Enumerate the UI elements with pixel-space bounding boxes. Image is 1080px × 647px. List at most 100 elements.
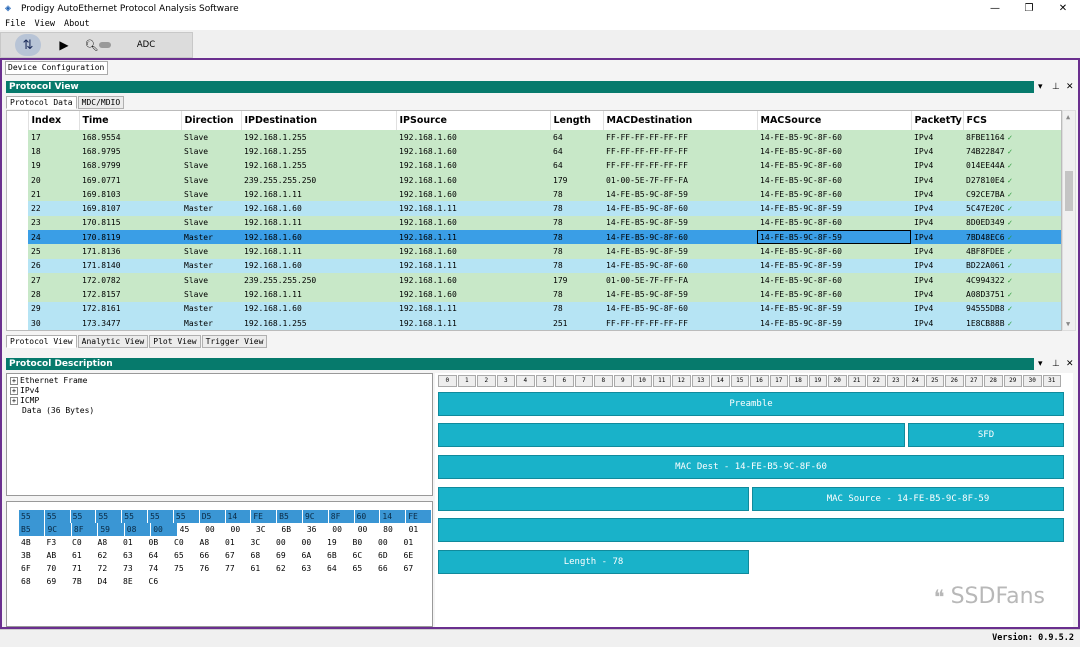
col-direction[interactable]: Direction [181, 111, 242, 130]
cell-time[interactable]: 169.0771 [79, 172, 181, 188]
row-header[interactable] [7, 244, 28, 259]
table-row[interactable]: 26 171.8140 Master 192.168.1.60 192.168.1.11… [7, 258, 1061, 273]
cell-len[interactable]: 78 [550, 287, 603, 302]
cell-ipsrc[interactable]: 192.168.1.11 [396, 230, 550, 245]
col-macdestination[interactable]: MACDestination [603, 111, 758, 130]
field-blank-3[interactable] [438, 518, 1064, 542]
hex-byte[interactable]: 6E [402, 549, 428, 562]
cell-dir[interactable]: Slave [181, 158, 241, 173]
hex-byte[interactable]: 7B [70, 575, 96, 588]
hex-byte[interactable]: FE [251, 510, 277, 523]
cell-len[interactable]: 78 [550, 187, 603, 202]
hex-byte[interactable]: 55 [44, 510, 70, 523]
cell-type[interactable]: IPv4 [911, 244, 963, 259]
cell-macsrc[interactable]: 14-FE-B5-9C-8F-59 [757, 315, 911, 330]
table-scrollbar[interactable]: ▲ ▼ [1062, 110, 1076, 331]
row-header[interactable] [7, 258, 28, 273]
row-header[interactable] [7, 230, 28, 245]
hex-byte[interactable]: 00 [356, 523, 381, 536]
cell-ipsrc[interactable]: 192.168.1.60 [396, 244, 550, 259]
adc-button[interactable]: ADC [131, 34, 161, 56]
hex-byte[interactable]: 8F [71, 523, 98, 536]
cell-fcs[interactable]: A08D3751 ✓ [963, 287, 1061, 302]
hex-byte[interactable]: 69 [274, 549, 300, 562]
hex-byte[interactable]: 00 [151, 523, 177, 536]
menu-file[interactable]: File [5, 19, 25, 29]
cell-fcs[interactable]: 5C47E20C ✓ [963, 201, 1061, 216]
hex-byte[interactable]: D4 [96, 575, 122, 588]
cell-index[interactable]: 19 [28, 158, 79, 173]
hex-byte[interactable]: AB [45, 549, 71, 562]
cell-macdst[interactable]: FF-FF-FF-FF-FF-FF [603, 130, 757, 145]
hex-byte[interactable]: 00 [376, 536, 402, 549]
cell-ipsrc[interactable]: 192.168.1.60 [396, 287, 550, 302]
hex-byte[interactable]: 75 [172, 562, 198, 575]
table-row[interactable]: 25 171.8136 Slave 192.168.1.11 192.168.1.60 7… [7, 244, 1061, 259]
cell-len[interactable]: 64 [550, 130, 603, 145]
hex-byte[interactable]: B5 [277, 510, 302, 523]
cell-type[interactable]: IPv4 [911, 130, 963, 145]
cell-time[interactable]: 173.3477 [79, 315, 181, 330]
hex-byte[interactable]: 19 [325, 536, 351, 549]
cell-time[interactable]: 171.8140 [79, 258, 181, 273]
hex-byte[interactable]: 71 [70, 562, 96, 575]
hex-byte[interactable]: 01 [223, 536, 249, 549]
hex-byte[interactable]: 3B [19, 549, 45, 562]
cell-type[interactable]: IPv4 [911, 172, 963, 188]
cell-fcs[interactable]: 8D0ED349 ✓ [963, 215, 1061, 231]
hex-byte[interactable]: FE [406, 510, 431, 523]
hex-byte[interactable]: 6D [376, 549, 402, 562]
cell-macsrc[interactable]: 14-FE-B5-9C-8F-60 [757, 172, 911, 188]
tab-mdc-mdio[interactable]: MDC/MDIO [77, 96, 125, 109]
hex-byte[interactable]: 65 [351, 562, 377, 575]
cell-len[interactable]: 251 [550, 315, 603, 330]
hex-byte[interactable]: C0 [70, 536, 96, 549]
field-sfd[interactable]: SFD [908, 423, 1064, 447]
desc-pin-icon[interactable]: ⊥ [1052, 358, 1060, 370]
hex-byte[interactable]: 00 [274, 536, 300, 549]
tab-protocol-view[interactable]: Protocol View [6, 335, 77, 348]
hex-byte[interactable]: 63 [300, 562, 326, 575]
table-row[interactable]: 19 168.9799 Slave 192.168.1.255 192.168.1.60… [7, 158, 1061, 173]
cell-len[interactable]: 78 [550, 258, 603, 273]
table-row[interactable]: 22 169.8107 Master 192.168.1.60 192.168.1.11… [7, 201, 1061, 216]
hex-byte[interactable]: 00 [229, 523, 254, 536]
table-row[interactable]: 17 168.9554 Slave 192.168.1.255 192.168.1.60… [7, 130, 1061, 145]
cell-fcs[interactable]: 014EE44A ✓ [963, 158, 1061, 173]
cell-index[interactable]: 25 [28, 244, 79, 259]
hex-byte[interactable]: 60 [354, 510, 380, 523]
col-length[interactable]: Length [550, 111, 604, 130]
table-row[interactable]: 21 169.8103 Slave 192.168.1.11 192.168.1.60 7… [7, 187, 1061, 202]
hex-byte[interactable]: 9C [45, 523, 71, 536]
hex-byte[interactable]: 3C [249, 536, 275, 549]
cell-time[interactable]: 168.9795 [79, 144, 181, 159]
hex-byte[interactable]: 55 [122, 510, 148, 523]
cell-fcs[interactable]: 8FBE1164 ✓ [963, 130, 1061, 145]
cell-index[interactable]: 21 [28, 187, 79, 202]
row-header[interactable] [7, 201, 28, 216]
cell-index[interactable]: 17 [28, 130, 79, 145]
hex-byte[interactable]: 0B [147, 536, 173, 549]
table-row[interactable]: 23 170.8115 Slave 192.168.1.11 192.168.1.60 7… [7, 215, 1061, 231]
row-header[interactable] [7, 272, 28, 288]
hex-byte[interactable]: 55 [70, 510, 96, 523]
hex-byte[interactable]: 69 [45, 575, 71, 588]
cell-fcs[interactable]: 4C994322 ✓ [963, 272, 1061, 288]
cell-macdst[interactable]: 14-FE-B5-9C-8F-60 [603, 201, 757, 216]
desc-dropdown-icon[interactable]: ▾ [1038, 358, 1043, 370]
cell-type[interactable]: IPv4 [911, 187, 963, 202]
cell-macsrc[interactable]: 14-FE-B5-9C-8F-60 [757, 144, 911, 159]
scroll-up-icon[interactable]: ▲ [1066, 113, 1070, 121]
tree-node[interactable]: + ICMP [10, 396, 429, 406]
cell-ipdst[interactable]: 192.168.1.60 [241, 258, 396, 273]
hex-byte[interactable]: 73 [121, 562, 147, 575]
hex-byte[interactable]: 64 [147, 549, 173, 562]
cell-dir[interactable]: Slave [181, 172, 241, 188]
expand-icon[interactable]: + [10, 386, 18, 395]
cell-dir[interactable]: Master [181, 301, 241, 316]
hex-byte[interactable]: A8 [198, 536, 224, 549]
hex-byte[interactable]: 9C [302, 510, 328, 523]
hex-byte[interactable]: 6B [279, 523, 304, 536]
expand-icon[interactable]: + [10, 376, 18, 385]
hex-byte[interactable]: F3 [45, 536, 71, 549]
